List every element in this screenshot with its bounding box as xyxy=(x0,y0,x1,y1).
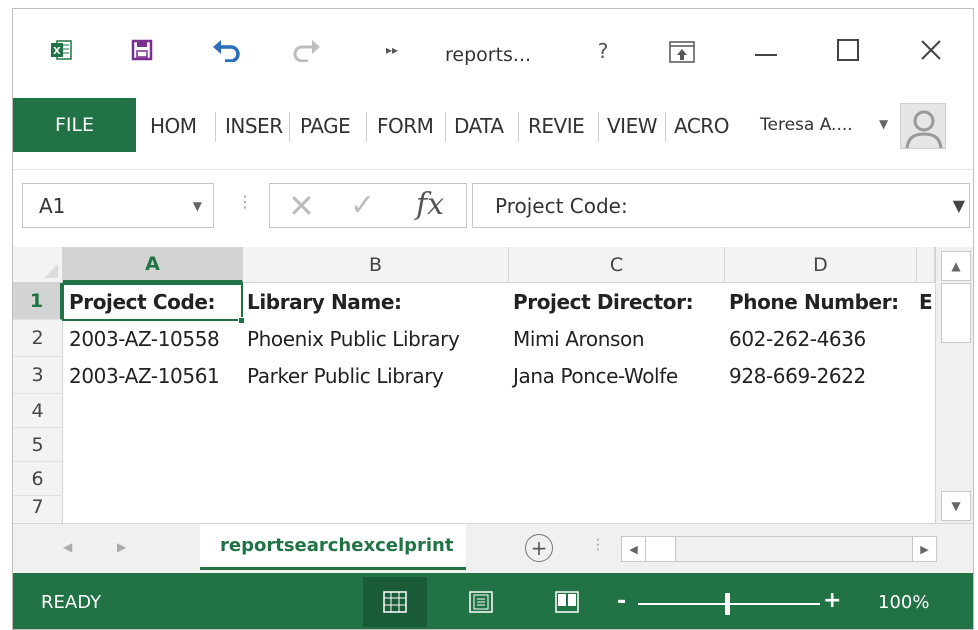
undo-icon[interactable] xyxy=(211,38,241,62)
tab-home[interactable]: HOM xyxy=(150,114,197,138)
zoom-slider-thumb[interactable] xyxy=(725,593,730,615)
sheet-tab-active[interactable]: reportsearchexcelprint xyxy=(200,524,466,570)
tab-insert[interactable]: INSER xyxy=(225,114,283,138)
status-bar: READY - + 100% xyxy=(13,573,973,629)
cell-c3[interactable]: Jana Ponce-Wolfe xyxy=(509,357,725,394)
row-header-5[interactable]: 5 xyxy=(13,428,63,462)
formula-bar-row: A1 ▼ ⋮ ✕ ✓ fx Project Code: ▼ xyxy=(13,169,973,241)
name-box-value: A1 xyxy=(39,194,66,218)
cell-e1[interactable]: E xyxy=(915,283,935,320)
formula-value: Project Code: xyxy=(495,194,628,218)
select-all-corner[interactable] xyxy=(13,247,63,283)
row-header-3[interactable]: 3 xyxy=(13,357,63,394)
name-box[interactable]: A1 ▼ xyxy=(22,183,214,228)
tab-formulas[interactable]: FORM xyxy=(377,114,434,138)
horizontal-scroll-thumb[interactable] xyxy=(646,537,676,561)
tab-separator xyxy=(518,112,519,142)
sheet-splitter[interactable]: ⋮ xyxy=(591,537,605,553)
function-icon[interactable]: fx xyxy=(416,187,444,223)
zoom-out-button[interactable]: - xyxy=(617,589,626,614)
formula-bar-grip[interactable]: ⋮ xyxy=(237,192,255,211)
chevron-down-icon[interactable]: ▼ xyxy=(193,199,202,213)
cell-c1[interactable]: Project Director: xyxy=(509,283,725,320)
chevron-down-icon[interactable]: ▼ xyxy=(879,117,888,131)
zoom-level[interactable]: 100% xyxy=(878,592,929,613)
tab-separator xyxy=(215,112,216,142)
cell-b1[interactable]: Library Name: xyxy=(243,283,509,320)
tab-review[interactable]: REVIE xyxy=(528,114,585,138)
ribbon-tabs: FILE HOM INSER PAGE FORM DATA REVIE VIEW… xyxy=(13,97,973,153)
tab-separator xyxy=(366,112,367,142)
cancel-icon[interactable]: ✕ xyxy=(288,190,315,222)
column-header-c[interactable]: C xyxy=(509,247,725,283)
status-text: READY xyxy=(41,592,102,613)
maximize-icon[interactable] xyxy=(828,35,868,65)
cell-d1[interactable]: Phone Number: xyxy=(725,283,917,320)
enter-icon[interactable]: ✓ xyxy=(350,190,375,222)
help-button[interactable]: ? xyxy=(591,39,615,63)
select-all-icon xyxy=(44,264,58,278)
page-break-view-icon[interactable] xyxy=(535,577,599,627)
save-icon[interactable] xyxy=(131,39,153,61)
title-bar: X ▸▸ reports... ? xyxy=(13,9,973,101)
excel-logo-icon[interactable]: X xyxy=(50,39,72,61)
excel-window: X ▸▸ reports... ? FILE HOM INSER PAGE FO… xyxy=(12,8,974,630)
tab-acrobat[interactable]: ACRO xyxy=(674,114,729,138)
cell-d3[interactable]: 928-669-2622 xyxy=(725,357,917,394)
ribbon-display-options-icon[interactable] xyxy=(669,41,695,63)
tab-view[interactable]: VIEW xyxy=(607,114,658,138)
new-sheet-button[interactable]: + xyxy=(525,534,553,562)
row-header-1[interactable]: 1 xyxy=(13,283,63,320)
user-name[interactable]: Teresa A.... xyxy=(760,115,853,135)
tab-separator xyxy=(445,112,446,142)
row-header-2[interactable]: 2 xyxy=(13,320,63,357)
formula-input[interactable]: Project Code: ▼ xyxy=(472,183,970,228)
tab-separator xyxy=(665,112,666,142)
svg-text:X: X xyxy=(53,46,61,57)
tab-separator xyxy=(289,112,290,142)
tab-data[interactable]: DATA xyxy=(454,114,504,138)
scroll-down-icon[interactable]: ▼ xyxy=(941,491,971,521)
row-header-6[interactable]: 6 xyxy=(13,462,63,496)
scroll-left-icon[interactable]: ◀ xyxy=(622,537,646,561)
scroll-up-icon[interactable]: ▲ xyxy=(941,251,971,281)
cell-a3[interactable]: 2003-AZ-10561 xyxy=(65,357,243,394)
tab-separator xyxy=(598,112,599,142)
document-title: reports... xyxy=(445,44,532,66)
fill-handle[interactable] xyxy=(238,317,245,324)
page-layout-view-icon[interactable] xyxy=(449,577,513,627)
cell-b2[interactable]: Phoenix Public Library xyxy=(243,320,509,357)
next-sheet-icon[interactable]: ▶ xyxy=(117,540,126,554)
worksheet-grid: A B C D 1 2 3 4 5 6 7 Project Code: Libr… xyxy=(13,247,973,525)
cell-b3[interactable]: Parker Public Library xyxy=(243,357,509,394)
close-icon[interactable] xyxy=(911,35,951,65)
horizontal-scrollbar[interactable]: ◀ ▶ xyxy=(621,536,937,562)
tab-page-layout[interactable]: PAGE xyxy=(300,114,351,138)
expand-formula-icon[interactable]: ▼ xyxy=(953,196,965,215)
column-header-e[interactable] xyxy=(917,247,935,283)
cell-d2[interactable]: 602-262-4636 xyxy=(725,320,917,357)
normal-view-icon[interactable] xyxy=(363,577,427,627)
avatar-icon[interactable] xyxy=(900,103,946,149)
column-header-d[interactable]: D xyxy=(725,247,917,283)
scroll-right-icon[interactable]: ▶ xyxy=(912,537,936,561)
sheet-tabs-bar: ◀ ▶ reportsearchexcelprint + ⋮ ◀ ▶ xyxy=(13,523,973,573)
active-cell-border xyxy=(62,283,243,321)
row-header-7[interactable]: 7 xyxy=(13,496,63,525)
tab-file[interactable]: FILE xyxy=(13,98,136,152)
column-header-b[interactable]: B xyxy=(243,247,509,283)
zoom-in-button[interactable]: + xyxy=(823,588,841,613)
vertical-scroll-thumb[interactable] xyxy=(941,283,971,343)
more-icon[interactable]: ▸▸ xyxy=(383,43,401,57)
vertical-scrollbar[interactable]: ▲ ▼ xyxy=(935,247,973,525)
row-header-4[interactable]: 4 xyxy=(13,394,63,428)
formula-buttons: ✕ ✓ fx xyxy=(269,183,467,228)
minimize-icon[interactable] xyxy=(746,35,786,65)
cell-a2[interactable]: 2003-AZ-10558 xyxy=(65,320,243,357)
redo-icon[interactable] xyxy=(292,38,322,62)
prev-sheet-icon[interactable]: ◀ xyxy=(63,540,72,554)
column-header-a[interactable]: A xyxy=(63,247,243,283)
cell-c2[interactable]: Mimi Aronson xyxy=(509,320,725,357)
